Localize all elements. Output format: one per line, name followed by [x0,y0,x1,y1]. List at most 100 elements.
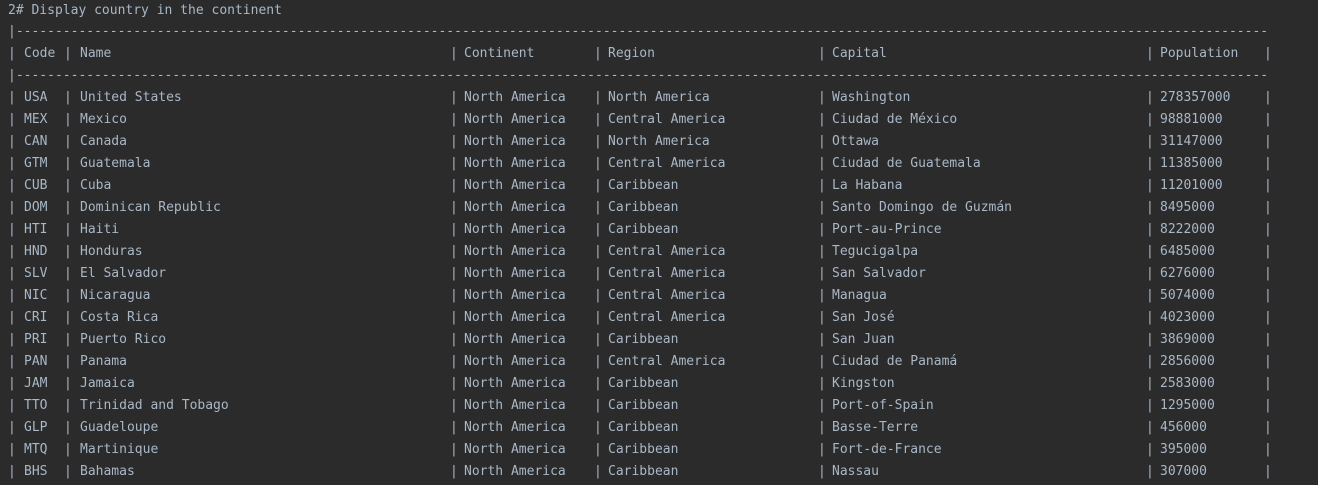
row-capital-cell: Port-au-Prince [832,222,942,237]
column-separator: | [64,310,72,325]
row-name-cell: Nicaragua [80,288,151,303]
column-separator: | [450,46,458,61]
column-separator: | [1146,376,1154,391]
column-separator: | [594,112,602,127]
column-separator: | [1146,420,1154,435]
column-separator: | [594,156,602,171]
row-name-cell: Cuba [80,178,112,193]
column-separator: | [1146,398,1154,413]
column-separator: | [64,112,72,127]
column-separator: | [1146,46,1154,61]
row-code-cell: CAN [24,134,48,149]
column-separator: | [64,442,72,457]
row-region-cell: Caribbean [608,332,679,347]
header-population-cell: Population [1160,46,1239,61]
row-region-cell: Caribbean [608,200,679,215]
table-header-row: | | | | | | | Code Name Continent Region Capital Pop… [8,43,1278,65]
column-separator: | [1146,354,1154,369]
column-separator: | [64,222,72,237]
column-separator: | [8,112,16,127]
column-separator: | [450,200,458,215]
column-separator: | [1264,266,1272,281]
row-region-cell: Caribbean [608,376,679,391]
column-separator: | [64,156,72,171]
column-separator: | [64,354,72,369]
row-population-cell: 5074000 [1160,288,1215,303]
row-capital-cell: Ciudad de México [832,112,958,127]
row-population-cell: 98881000 [1160,112,1223,127]
column-separator: | [1264,156,1272,171]
column-separator: | [8,442,16,457]
column-separator: | [450,178,458,193]
row-region-cell: Caribbean [608,222,679,237]
column-separator: | [818,156,826,171]
row-continent-cell: North America [464,178,566,193]
row-region-cell: Central America [608,156,726,171]
column-separator: | [1264,354,1272,369]
table-row: | | | | | | | PRI Puerto Rico North America Caribb… [8,329,1278,351]
row-code-cell: GTM [24,156,48,171]
column-separator: | [64,464,72,479]
header-continent-cell: Continent [464,46,535,61]
row-name-cell: Canada [80,134,127,149]
row-capital-cell: Tegucigalpa [832,244,919,259]
column-separator: | [594,464,602,479]
column-separator: | [818,354,826,369]
column-separator: | [818,420,826,435]
row-region-cell: North America [608,134,710,149]
column-separator: | [594,442,602,457]
row-region-cell: Central America [608,244,726,259]
column-separator: | [594,200,602,215]
row-population-cell: 31147000 [1160,134,1223,149]
row-name-cell: Haiti [80,222,120,237]
row-code-cell: PAN [24,354,48,369]
column-separator: | [450,376,458,391]
column-separator: | [8,464,16,479]
row-code-cell: DOM [24,200,48,215]
column-separator: | [64,46,72,61]
column-separator: | [64,244,72,259]
column-separator: | [450,332,458,347]
column-separator: | [1264,112,1272,127]
row-region-cell: Caribbean [608,442,679,457]
row-region-cell: North America [608,90,710,105]
column-separator: | [594,354,602,369]
row-code-cell: HND [24,244,48,259]
column-separator: | [1146,310,1154,325]
column-separator: | [1146,244,1154,259]
row-capital-cell: Kingston [832,376,895,391]
column-separator: | [64,178,72,193]
column-separator: | [818,112,826,127]
column-separator: | [8,134,16,149]
column-separator: | [818,90,826,105]
column-separator: | [8,156,16,171]
row-code-cell: BHS [24,464,48,479]
header-name-cell: Name [80,46,112,61]
row-name-cell: United States [80,90,182,105]
column-separator: | [450,354,458,369]
row-capital-cell: Nassau [832,464,879,479]
table-row: | | | | | | | PAN Panama North America Central Ame… [8,351,1278,373]
row-name-cell: El Salvador [80,266,167,281]
column-separator: | [8,288,16,303]
column-separator: | [1264,398,1272,413]
column-separator: | [64,288,72,303]
table-row: | | | | | | | NIC Nicaragua North America Central … [8,285,1278,307]
column-separator: | [450,134,458,149]
column-separator: | [450,442,458,457]
row-continent-cell: North America [464,464,566,479]
row-continent-cell: North America [464,354,566,369]
row-continent-cell: North America [464,200,566,215]
row-name-cell: Panama [80,354,127,369]
column-separator: | [594,332,602,347]
table-row: | | | | | | | GTM Guatemala North America Central … [8,153,1278,175]
column-separator: | [1146,90,1154,105]
column-separator: | [818,266,826,281]
column-separator: | [1264,288,1272,303]
row-region-cell: Central America [608,112,726,127]
row-code-cell: SLV [24,266,48,281]
row-name-cell: Jamaica [80,376,135,391]
row-population-cell: 6276000 [1160,266,1215,281]
column-separator: | [594,398,602,413]
column-separator: | [818,244,826,259]
